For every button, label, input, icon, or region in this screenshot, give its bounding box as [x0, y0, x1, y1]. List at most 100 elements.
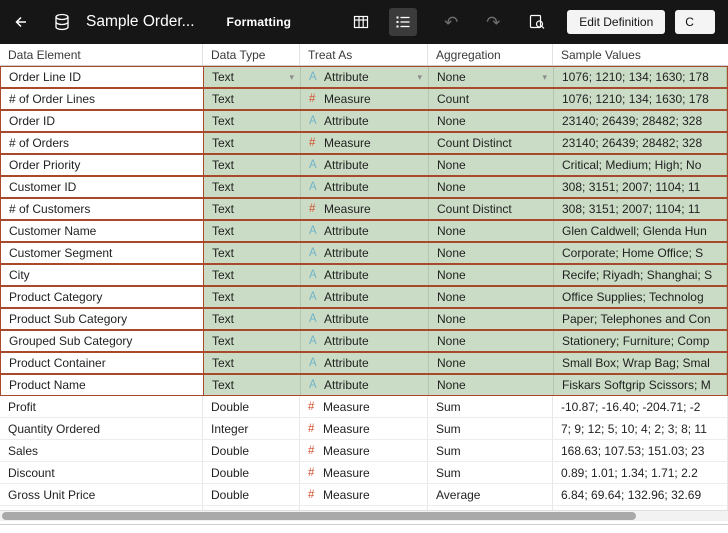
- data-element-cell[interactable]: # of Orders: [1, 133, 204, 153]
- data-type-cell[interactable]: Text▾: [204, 265, 301, 285]
- aggregation-cell[interactable]: None▾: [429, 331, 554, 351]
- data-element-cell[interactable]: Product Container: [1, 353, 204, 373]
- inspect-button[interactable]: [523, 8, 551, 36]
- treat-as-cell[interactable]: AAttribute▾: [301, 111, 429, 131]
- data-element-cell[interactable]: Product Sub Category: [1, 309, 204, 329]
- aggregation-cell[interactable]: None▾: [429, 177, 554, 197]
- table-row[interactable]: Order Priority Text▾ AAttribute▾ None▾ C…: [0, 154, 728, 176]
- grid-view-button[interactable]: [347, 8, 375, 36]
- data-type-cell[interactable]: Double▾: [203, 396, 300, 417]
- aggregation-cell[interactable]: None▾: [429, 287, 554, 307]
- table-row[interactable]: Customer ID Text▾ AAttribute▾ None▾ 308;…: [0, 176, 728, 198]
- data-element-cell[interactable]: Grouped Sub Category: [1, 331, 204, 351]
- table-row[interactable]: Profit Double▾ #Measure▾ Sum▾ -10.87; -1…: [0, 396, 728, 418]
- aggregation-cell[interactable]: None▾: [429, 353, 554, 373]
- data-element-cell[interactable]: Discount: [0, 462, 203, 483]
- data-element-cell[interactable]: Customer Name: [1, 221, 204, 241]
- table-row[interactable]: Quantity Ordered Integer▾ #Measure▾ Sum▾…: [0, 418, 728, 440]
- data-type-cell[interactable]: Text▾: [204, 331, 301, 351]
- data-type-cell[interactable]: Text▾: [204, 177, 301, 197]
- treat-as-cell[interactable]: AAttribute▾: [301, 353, 429, 373]
- aggregation-cell[interactable]: None▾: [429, 111, 554, 131]
- treat-as-cell[interactable]: AAttribute▾: [301, 177, 429, 197]
- tab-formatting[interactable]: Formatting: [227, 15, 292, 29]
- treat-as-cell[interactable]: #Measure▾: [300, 440, 428, 461]
- chevron-down-icon[interactable]: ▾: [542, 72, 547, 83]
- treat-as-cell[interactable]: #Measure▾: [301, 89, 429, 109]
- data-type-cell[interactable]: Text▾: [204, 67, 301, 87]
- back-button[interactable]: [6, 8, 34, 36]
- treat-as-cell[interactable]: AAttribute▾: [301, 309, 429, 329]
- horizontal-scrollbar[interactable]: [0, 510, 728, 521]
- data-element-cell[interactable]: Product Category: [1, 287, 204, 307]
- treat-as-cell[interactable]: AAttribute▾: [301, 221, 429, 241]
- table-row[interactable]: Product Container Text▾ AAttribute▾ None…: [0, 352, 728, 374]
- table-row[interactable]: Sales Double▾ #Measure▾ Sum▾ 168.63; 107…: [0, 440, 728, 462]
- table-row[interactable]: Customer Name Text▾ AAttribute▾ None▾ Gl…: [0, 220, 728, 242]
- edit-definition-button[interactable]: Edit Definition: [567, 10, 665, 34]
- treat-as-cell[interactable]: #Measure▾: [301, 199, 429, 219]
- list-view-button[interactable]: [389, 8, 417, 36]
- table-row[interactable]: Discount Double▾ #Measure▾ Sum▾ 0.89; 1.…: [0, 462, 728, 484]
- aggregation-cell[interactable]: None▾: [429, 221, 554, 241]
- aggregation-cell[interactable]: None▾: [429, 309, 554, 329]
- table-row[interactable]: Order Line ID Text▾ AAttribute▾ None▾ 10…: [0, 66, 728, 88]
- data-element-cell[interactable]: Order Priority: [1, 155, 204, 175]
- table-row[interactable]: Product Name Text▾ AAttribute▾ None▾ Fis…: [0, 374, 728, 396]
- data-type-cell[interactable]: Integer▾: [203, 418, 300, 439]
- undo-button[interactable]: ↶: [437, 8, 465, 36]
- data-type-cell[interactable]: Text▾: [204, 221, 301, 241]
- treat-as-cell[interactable]: AAttribute▾: [301, 243, 429, 263]
- aggregation-cell[interactable]: Count Distinct▾: [429, 133, 554, 153]
- data-element-cell[interactable]: Sales: [0, 440, 203, 461]
- chevron-down-icon[interactable]: ▾: [417, 72, 422, 83]
- table-row[interactable]: Grouped Sub Category Text▾ AAttribute▾ N…: [0, 330, 728, 352]
- data-type-cell[interactable]: Text▾: [204, 155, 301, 175]
- data-element-cell[interactable]: Quantity Ordered: [0, 418, 203, 439]
- treat-as-cell[interactable]: #Measure▾: [300, 396, 428, 417]
- data-element-cell[interactable]: # of Order Lines: [1, 89, 204, 109]
- data-type-cell[interactable]: Text▾: [204, 353, 301, 373]
- treat-as-cell[interactable]: #Measure▾: [300, 484, 428, 505]
- data-type-cell[interactable]: Text▾: [204, 111, 301, 131]
- data-type-cell[interactable]: Text▾: [204, 243, 301, 263]
- table-row[interactable]: Gross Unit Price Double▾ #Measure▾ Avera…: [0, 484, 728, 506]
- treat-as-cell[interactable]: #Measure▾: [301, 133, 429, 153]
- treat-as-cell[interactable]: AAttribute▾: [301, 331, 429, 351]
- table-row[interactable]: Order ID Text▾ AAttribute▾ None▾ 23140; …: [0, 110, 728, 132]
- aggregation-cell[interactable]: Average▾: [428, 484, 553, 505]
- data-type-cell[interactable]: Text▾: [204, 287, 301, 307]
- treat-as-cell[interactable]: AAttribute▾: [301, 155, 429, 175]
- data-type-cell[interactable]: Text▾: [204, 133, 301, 153]
- aggregation-cell[interactable]: Sum▾: [428, 418, 553, 439]
- aggregation-cell[interactable]: Sum▾: [428, 396, 553, 417]
- data-type-cell[interactable]: Double▾: [203, 462, 300, 483]
- treat-as-cell[interactable]: #Measure▾: [300, 462, 428, 483]
- aggregation-cell[interactable]: Count Distinct▾: [429, 199, 554, 219]
- data-element-cell[interactable]: City: [1, 265, 204, 285]
- aggregation-cell[interactable]: Sum▾: [428, 462, 553, 483]
- data-type-cell[interactable]: Text▾: [204, 309, 301, 329]
- data-type-cell[interactable]: Text▾: [204, 375, 301, 395]
- horizontal-scrollbar-thumb[interactable]: [2, 512, 636, 520]
- aggregation-cell[interactable]: Sum▾: [428, 440, 553, 461]
- treat-as-cell[interactable]: AAttribute▾: [301, 67, 429, 87]
- create-workbook-button[interactable]: C: [675, 10, 715, 34]
- data-element-cell[interactable]: Product Name: [1, 375, 204, 395]
- data-element-cell[interactable]: Order ID: [1, 111, 204, 131]
- treat-as-cell[interactable]: AAttribute▾: [301, 375, 429, 395]
- table-row[interactable]: # of Customers Text▾ #Measure▾ Count Dis…: [0, 198, 728, 220]
- aggregation-cell[interactable]: None▾: [429, 375, 554, 395]
- data-type-cell[interactable]: Text▾: [204, 89, 301, 109]
- data-element-cell[interactable]: Order Line ID: [1, 67, 204, 87]
- data-element-cell[interactable]: Customer ID: [1, 177, 204, 197]
- data-type-cell[interactable]: Double▾: [203, 484, 300, 505]
- table-row[interactable]: City Text▾ AAttribute▾ None▾ Recife; Riy…: [0, 264, 728, 286]
- table-row[interactable]: Customer Segment Text▾ AAttribute▾ None▾…: [0, 242, 728, 264]
- aggregation-cell[interactable]: None▾: [429, 155, 554, 175]
- table-row[interactable]: Product Category Text▾ AAttribute▾ None▾…: [0, 286, 728, 308]
- redo-button[interactable]: ↷: [479, 8, 507, 36]
- data-element-cell[interactable]: Gross Unit Price: [0, 484, 203, 505]
- table-row[interactable]: # of Order Lines Text▾ #Measure▾ Count▾ …: [0, 88, 728, 110]
- treat-as-cell[interactable]: AAttribute▾: [301, 287, 429, 307]
